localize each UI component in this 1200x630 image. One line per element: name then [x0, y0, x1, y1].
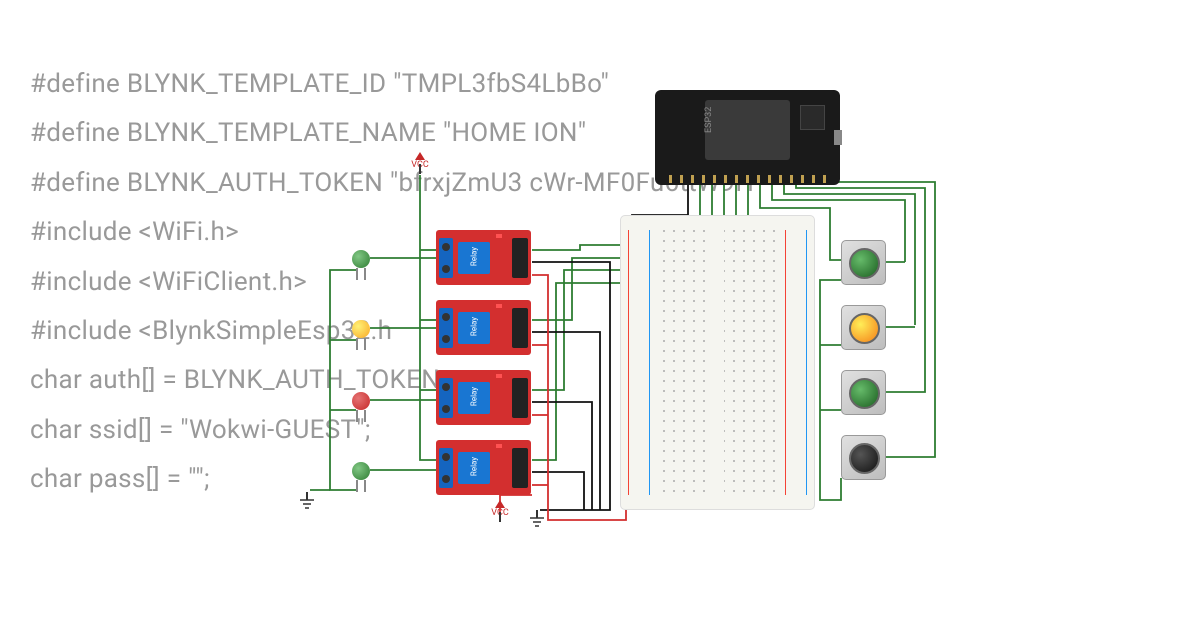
relay-module-2[interactable]: [436, 300, 531, 355]
relay-status-led: [496, 304, 502, 308]
button-housing: [841, 240, 886, 285]
breadboard-tie-points: [659, 226, 776, 499]
relay-pcb: [436, 230, 531, 285]
vcc-label: VCC: [411, 160, 428, 170]
esp32-board[interactable]: [655, 90, 840, 185]
relay-coil: [458, 242, 490, 274]
button-cap: [849, 443, 880, 474]
relay-pcb: [436, 300, 531, 355]
relay-pin-header: [512, 378, 528, 418]
relay-coil: [458, 382, 490, 414]
circuit-diagram: VCC VCC: [0, 0, 1200, 630]
breadboard-power-rail-left: [625, 224, 653, 501]
relay-module-4[interactable]: [436, 440, 531, 495]
led-1-green[interactable]: [352, 250, 370, 268]
breadboard[interactable]: [620, 215, 815, 510]
relay-pcb: [436, 440, 531, 495]
wiring-layer: [0, 0, 1200, 630]
vcc-symbol: VCC: [410, 152, 430, 174]
relay-status-led: [496, 234, 502, 238]
pushbutton-1-green[interactable]: [841, 240, 886, 285]
button-cap: [849, 248, 880, 279]
led-4-green[interactable]: [352, 462, 370, 480]
esp32-pin-header: [665, 175, 830, 183]
relay-pin-header: [512, 238, 528, 278]
pushbutton-3-green[interactable]: [841, 370, 886, 415]
esp32-pcb: [655, 90, 840, 185]
button-housing: [841, 370, 886, 415]
button-cap: [849, 313, 880, 344]
relay-module-1[interactable]: [436, 230, 531, 285]
vcc-symbol: VCC: [490, 500, 510, 522]
led-2-yellow[interactable]: [352, 320, 370, 338]
button-cap: [849, 378, 880, 409]
esp32-chip: [800, 105, 825, 130]
relay-screw-terminal: [439, 238, 453, 278]
button-housing: [841, 435, 886, 480]
led-3-red[interactable]: [352, 392, 370, 410]
pushbutton-4-black[interactable]: [841, 435, 886, 480]
relay-pcb: [436, 370, 531, 425]
relay-status-led: [496, 444, 502, 448]
breadboard-power-rail-right: [782, 224, 810, 501]
relay-coil: [458, 312, 490, 344]
relay-screw-terminal: [439, 308, 453, 348]
relay-pin-header: [512, 448, 528, 488]
button-housing: [841, 305, 886, 350]
relay-pin-header: [512, 308, 528, 348]
esp32-wifi-shield: [705, 100, 790, 160]
relay-coil: [458, 452, 490, 484]
relay-status-led: [496, 374, 502, 378]
gnd-symbol: [530, 510, 544, 528]
relay-screw-terminal: [439, 448, 453, 488]
gnd-symbol: [300, 492, 314, 510]
esp32-usb-port: [834, 130, 842, 145]
relay-screw-terminal: [439, 378, 453, 418]
vcc-label: VCC: [491, 508, 508, 518]
pushbutton-2-yellow[interactable]: [841, 305, 886, 350]
relay-module-3[interactable]: [436, 370, 531, 425]
